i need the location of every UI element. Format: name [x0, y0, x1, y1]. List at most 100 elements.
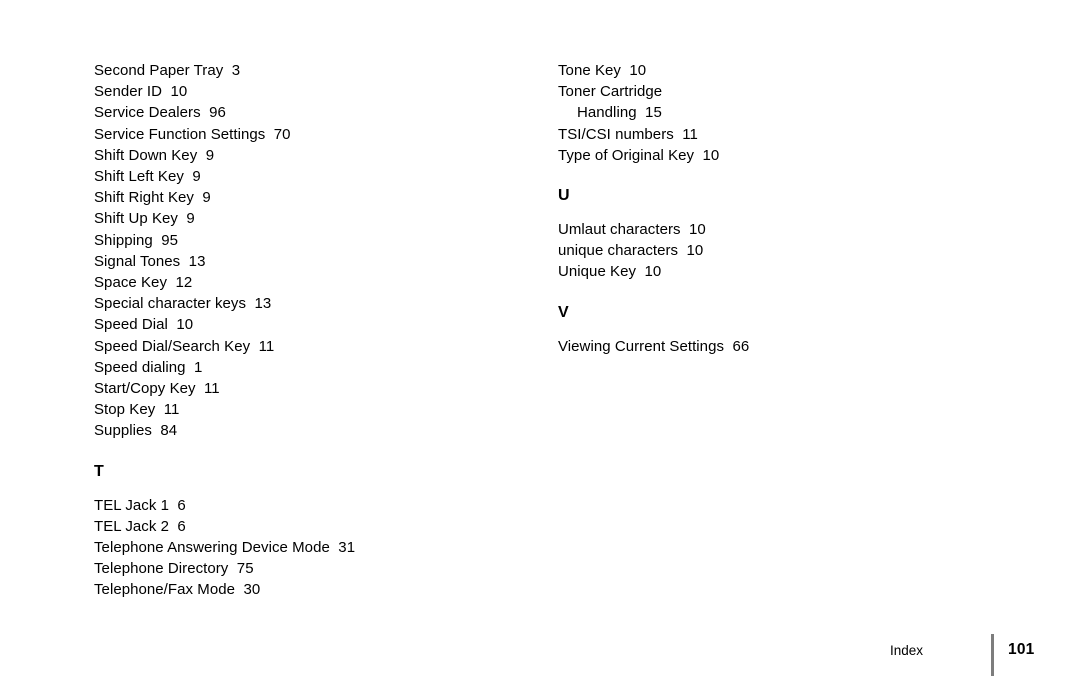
- index-entry-page-number: 10: [686, 242, 704, 260]
- index-entry-label: Telephone Answering Device Mode: [94, 539, 330, 557]
- index-entry-page-number: 11: [682, 125, 698, 143]
- index-entry-page-number: 75: [236, 560, 254, 578]
- index-entry-label: Telephone Directory: [94, 560, 229, 578]
- index-entry: TEL Jack 2 6: [94, 516, 524, 537]
- index-page: Second Paper Tray 3 Sender ID 10 Service D…: [0, 0, 1080, 698]
- index-entry-page-number: 95: [161, 231, 179, 249]
- index-entry-label: Stop Key: [94, 401, 156, 419]
- index-entry-label: Space Key: [94, 274, 167, 292]
- index-entry-label: Shift Left Key: [94, 168, 184, 186]
- index-entry-page-number: 30: [243, 581, 261, 599]
- index-entry-label: Signal Tones: [94, 252, 181, 270]
- index-entry: Viewing Current Settings 66: [558, 336, 988, 357]
- index-entry: Special character keys 13: [94, 293, 524, 314]
- index-subentry: Handling 15: [558, 102, 988, 123]
- index-entry-label: unique characters: [558, 242, 679, 260]
- index-entry-page-number: 11: [258, 337, 275, 355]
- index-entry-label: Special character keys: [94, 295, 247, 313]
- index-section-heading-u: U: [558, 187, 570, 205]
- index-entry-label: Shift Right Key: [94, 189, 194, 207]
- index-entry-page-number: 96: [209, 104, 226, 122]
- index-entry: Telephone/Fax Mode 30: [94, 579, 524, 600]
- index-entry: Shift Left Key 9: [94, 166, 524, 187]
- index-entry-label: Telephone/Fax Mode: [94, 581, 235, 599]
- index-entry-page-number: 9: [192, 168, 201, 186]
- footer-section-label: Index: [890, 643, 924, 658]
- index-entry-group: Viewing Current Settings 66: [558, 336, 988, 357]
- index-entry-label: TEL Jack 1: [94, 496, 169, 514]
- index-entry-page-number: 12: [175, 274, 193, 292]
- index-entry-page-number: 9: [186, 210, 195, 228]
- footer-page-number: 101: [1008, 641, 1035, 658]
- index-entry-page-number: 66: [732, 337, 750, 355]
- index-entry-label: Second Paper Tray: [94, 62, 224, 79]
- index-entry-group: Tone Key 10 Toner Cartridge Handling 15 TSI…: [558, 60, 988, 166]
- index-entry: Tone Key 10: [558, 60, 988, 81]
- index-entry: Service Dealers 96: [94, 102, 524, 123]
- index-entry-page-number: 13: [188, 252, 206, 270]
- index-entry: Telephone Directory 75: [94, 558, 524, 579]
- index-entry-label: Viewing Current Settings: [558, 337, 725, 355]
- index-entry-page-number: 13: [254, 295, 272, 313]
- index-entry: Signal Tones 13: [94, 251, 524, 272]
- index-column-left-body: Second Paper Tray 3 Sender ID 10 Service D…: [94, 60, 524, 601]
- index-entry: TSI/CSI numbers 11: [558, 124, 988, 145]
- index-entry-label: Shipping: [94, 231, 153, 249]
- index-entry-label: Speed Dial: [94, 316, 168, 334]
- index-entry-page-number: 10: [629, 62, 647, 79]
- index-entry: Service Function Settings 70: [94, 124, 524, 145]
- index-column-right: Tone Key 10 Toner Cartridge Handling 15 TSI…: [558, 60, 988, 357]
- index-entry-label: Tone Key: [558, 62, 621, 79]
- index-entry: Speed Dial/Search Key 11: [94, 336, 524, 357]
- index-entry: Second Paper Tray 3: [94, 60, 524, 81]
- index-entry-page-number: 10: [644, 263, 662, 281]
- index-entry-page-number: 31: [338, 539, 356, 557]
- index-entry-page-number: 11: [204, 380, 220, 398]
- index-entry-page-number: 9: [205, 146, 215, 164]
- footer-divider-rule: [991, 634, 994, 676]
- index-entry-label: TSI/CSI numbers: [558, 125, 674, 143]
- index-entry-label: Supplies: [94, 422, 152, 440]
- index-entry-page-number: 1: [194, 358, 203, 376]
- index-entry-group: TEL Jack 1 6 TEL Jack 2 6 Telephone Answer…: [94, 495, 524, 601]
- index-entry: Speed dialing 1: [94, 357, 524, 378]
- index-entry-page-number: 84: [160, 422, 178, 440]
- index-entry: unique characters 10: [558, 240, 988, 261]
- index-entry: Umlaut characters 10: [558, 219, 988, 240]
- index-section-heading-v: V: [558, 303, 569, 321]
- index-entry-label: Shift Down Key: [94, 146, 198, 164]
- index-entry: Sender ID 10: [94, 81, 524, 102]
- index-entry-page-number: 70: [273, 125, 291, 143]
- index-column-right-body: Tone Key 10 Toner Cartridge Handling 15 TSI…: [558, 60, 988, 357]
- index-entry-page-number: 3: [231, 62, 241, 79]
- index-entry-label: TEL Jack 2: [94, 517, 169, 535]
- index-column-left: Second Paper Tray 3 Sender ID 10 Service D…: [94, 60, 524, 601]
- page-footer: Index 101: [0, 634, 1080, 678]
- index-entry-label: Speed dialing: [94, 358, 186, 376]
- index-entry-page-number: 9: [202, 189, 211, 207]
- index-entry: Type of Original Key 10: [558, 145, 988, 166]
- index-entry-page-number: 11: [163, 401, 180, 419]
- index-entry: Shift Up Key 9: [94, 208, 524, 229]
- index-entry-label: Handling: [577, 104, 637, 122]
- index-entry: Stop Key 11: [94, 399, 524, 420]
- index-entry-label: Shift Up Key: [94, 210, 178, 228]
- index-entry: TEL Jack 1 6: [94, 495, 524, 516]
- index-entry-label: Sender ID: [94, 83, 162, 101]
- index-entry-label: Service Dealers: [94, 104, 201, 122]
- index-entry: Supplies 84: [94, 420, 524, 441]
- index-entry-label: Type of Original Key: [558, 146, 695, 164]
- index-entry-page-number: 15: [645, 104, 662, 122]
- index-entry: Start/Copy Key 11: [94, 378, 524, 399]
- index-entry-label: Service Function Settings: [94, 125, 266, 143]
- index-entry-page-number: 10: [702, 146, 720, 164]
- index-section-heading-t: T: [94, 462, 104, 480]
- index-entry-page-number: 10: [689, 221, 706, 239]
- index-entry: Unique Key 10: [558, 261, 988, 282]
- index-entry-label: Toner Cartridge: [558, 83, 663, 101]
- index-entry: Speed Dial 10: [94, 314, 524, 335]
- index-entry-page-number: 10: [170, 83, 188, 101]
- index-entry-page-number: 10: [176, 316, 194, 334]
- index-entry: Shipping 95: [94, 230, 524, 251]
- index-entry-label: Umlaut characters: [558, 221, 681, 239]
